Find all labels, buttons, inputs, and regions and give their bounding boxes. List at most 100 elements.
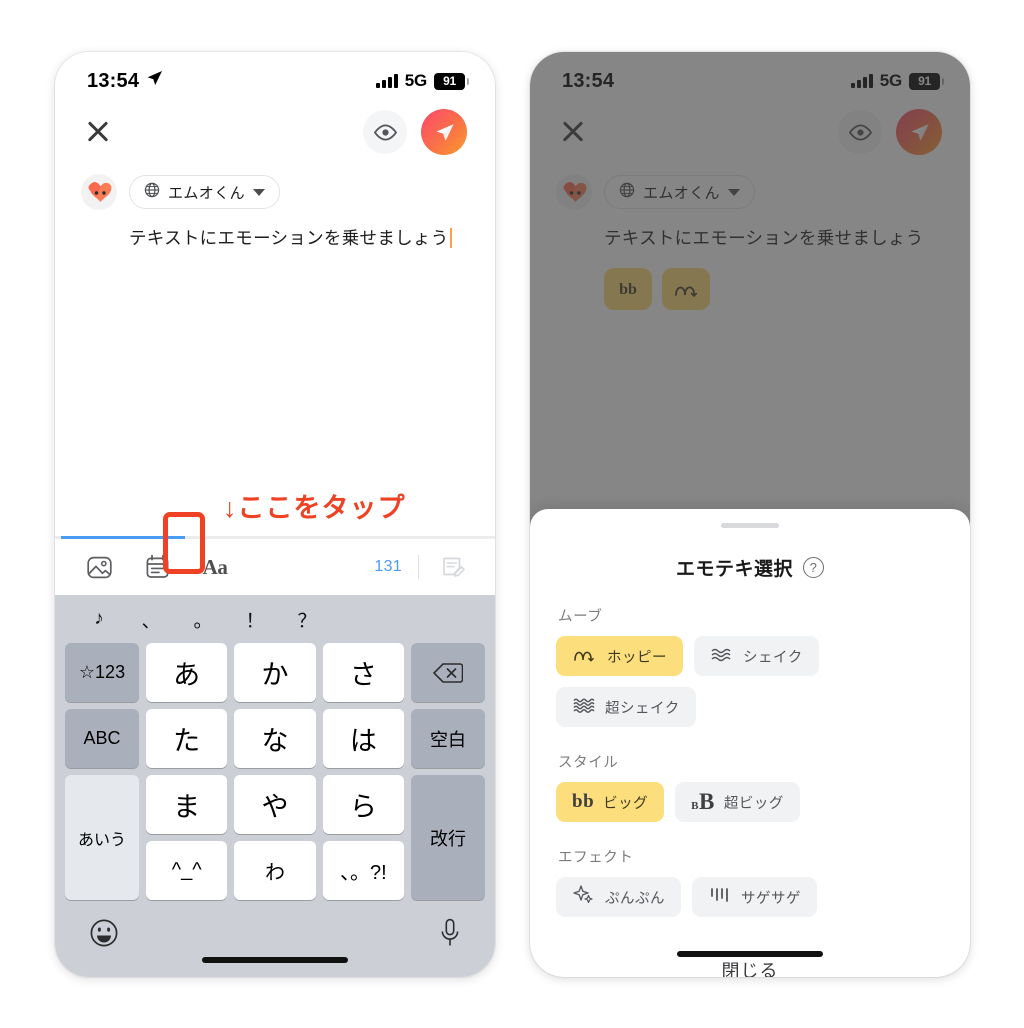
close-icon[interactable] (560, 119, 586, 145)
status-right-group: 5G 91 (851, 71, 944, 91)
chip-label: シェイク (743, 649, 803, 666)
signal-strength-icon (376, 74, 398, 88)
delete-icon[interactable] (411, 643, 485, 702)
key-return[interactable]: 改行 (411, 775, 485, 900)
sheet-close-button[interactable]: 閉じる (556, 957, 944, 977)
key-kana-mode[interactable]: あいう (65, 775, 139, 900)
key-abc[interactable]: ABC (65, 709, 139, 768)
key-a-row[interactable]: あ (146, 643, 228, 702)
send-paper-plane-icon[interactable] (896, 109, 942, 155)
composer: エムオくん テキストにエモーションを乗せましょう bb (530, 164, 970, 311)
calendar-icon[interactable] (139, 549, 175, 585)
text-format-icon[interactable]: Aa (197, 549, 233, 585)
key-kaomoji[interactable]: ^_^ (146, 841, 228, 900)
app-header (530, 100, 970, 164)
chip-row-move: ホッピー シェイク 超シェイク (556, 636, 944, 727)
chip-move-hoppy[interactable]: ホッピー (556, 636, 683, 676)
status-bar: 13:54 5G 91 (530, 52, 970, 100)
status-time-group: 13:54 (87, 70, 163, 93)
key-ra-row[interactable]: ら (322, 775, 404, 834)
key-ta-row[interactable]: た (146, 709, 228, 768)
key-punctuation[interactable]: 、。?! (322, 841, 404, 900)
battery-level: 91 (918, 74, 931, 88)
sheet-title-row: エモテキ選択 ? (556, 554, 944, 581)
key-sa-row[interactable]: さ (322, 643, 404, 702)
composer-account-row: エムオくん (81, 174, 469, 210)
chip-move-super-shake[interactable]: 超シェイク (556, 687, 696, 727)
suggestion-item[interactable]: ♪ (73, 608, 125, 630)
key-ma-row[interactable]: ま (146, 775, 228, 834)
move-hoppy-badge[interactable] (662, 268, 710, 311)
phone-screen-right: 13:54 5G 91 エムオくん テキストにエモーションを乗せましょう bb … (530, 52, 970, 977)
composer-toolbar: Aa 131 (55, 512, 495, 595)
down-lines-icon (708, 885, 732, 909)
suggestion-item[interactable]: ？ (281, 606, 333, 633)
status-right-group: 5G 91 (376, 71, 469, 91)
key-space[interactable]: 空白 (411, 709, 485, 768)
avatar[interactable] (81, 174, 117, 210)
style-big-badge[interactable]: bb (604, 268, 652, 311)
sparkle-icon (572, 884, 596, 910)
key-ya-row[interactable]: や (234, 775, 316, 834)
chip-label: 超ビッグ (723, 795, 784, 812)
compose-text-field[interactable]: テキストにエモーションを乗せましょう (129, 224, 469, 252)
app-header (55, 100, 495, 164)
battery-level: 91 (443, 74, 456, 88)
wave-lines-dense-icon (572, 696, 596, 718)
eye-icon[interactable] (838, 110, 882, 154)
location-arrow-icon (146, 70, 163, 93)
tap-here-annotation: ↓ここをタップ (223, 493, 406, 523)
avatar[interactable] (556, 174, 592, 210)
suggestion-item[interactable]: ！ (229, 606, 281, 633)
chip-effect-sagesage[interactable]: サゲサゲ (692, 877, 817, 917)
toolbar-divider (418, 555, 419, 579)
bB-glyph-icon: BB (691, 789, 715, 814)
key-ka-row[interactable]: か (234, 643, 316, 702)
suggestion-item[interactable]: 、 (125, 606, 177, 633)
chip-effect-punpun[interactable]: ぷんぷん (556, 877, 681, 917)
emoji-smiley-icon[interactable] (89, 918, 119, 953)
screenshot-stage: 13:54 5G 91 エムオくん テキストにエモーションを乗せましょう ↓ここ… (0, 0, 1024, 1028)
help-question-icon[interactable]: ? (803, 557, 824, 578)
sheet-grabber[interactable] (721, 523, 779, 528)
key-wa-row[interactable]: わ (234, 841, 316, 900)
chip-label: サゲサゲ (741, 890, 801, 907)
key-symbols[interactable]: ☆123 (65, 643, 139, 702)
image-icon[interactable] (81, 549, 117, 585)
chevron-down-icon (728, 188, 741, 196)
sheet-title: エモテキ選択 (675, 559, 793, 580)
compose-text-value: テキストにエモーションを乗せましょう (604, 228, 924, 248)
chip-row-effect: ぷんぷん サゲサゲ (556, 877, 944, 917)
chip-move-shake[interactable]: シェイク (694, 636, 819, 676)
close-icon[interactable] (85, 119, 111, 145)
chip-style-super-big[interactable]: BB 超ビッグ (675, 782, 800, 822)
send-paper-plane-icon[interactable] (421, 109, 467, 155)
composer: エムオくん テキストにエモーションを乗せましょう (55, 164, 495, 252)
eye-icon[interactable] (363, 110, 407, 154)
keyboard-grid: ☆123 あ か さ ABC た な は 空白 あいう ま や ら 改行 ^_^… (55, 643, 495, 900)
character-count: 131 (374, 558, 402, 575)
account-selector-chip[interactable]: エムオくん (604, 175, 756, 209)
chip-label: ぷんぷん (605, 890, 665, 907)
chevron-down-icon (253, 188, 266, 196)
section-label-effect: エフェクト (558, 850, 634, 866)
suggestion-item[interactable]: 。 (177, 606, 229, 633)
network-label: 5G (879, 71, 902, 90)
battery-icon: 91 (434, 72, 469, 90)
account-selector-chip[interactable]: エムオくん (129, 175, 281, 209)
phone-screen-left: 13:54 5G 91 エムオくん テキストにエモーションを乗せましょう ↓ここ… (55, 52, 495, 977)
key-na-row[interactable]: な (234, 709, 316, 768)
phone-mockup-left: 13:54 5G 91 エムオくん テキストにエモーションを乗せましょう ↓ここ… (55, 52, 495, 977)
composer-toolbar-wrap: Aa 131 (55, 512, 495, 595)
compose-text-field[interactable]: テキストにエモーションを乗せましょう (604, 224, 944, 252)
text-cursor (449, 228, 452, 248)
chip-label: ビッグ (603, 795, 649, 812)
chip-row-style: bb ビッグ BB 超ビッグ (556, 782, 944, 822)
chip-style-big[interactable]: bb ビッグ (556, 782, 665, 822)
microphone-icon[interactable] (439, 918, 461, 953)
toolbar-right-group: 131 (374, 549, 471, 585)
text-format-label: Aa (202, 554, 228, 579)
draft-note-icon[interactable] (435, 549, 471, 585)
emoteki-picker-sheet: エモテキ選択 ? ムーブ ホッピー シェイク 超シェイク スタイル bb ビッグ… (530, 509, 970, 977)
key-ha-row[interactable]: は (322, 709, 404, 768)
